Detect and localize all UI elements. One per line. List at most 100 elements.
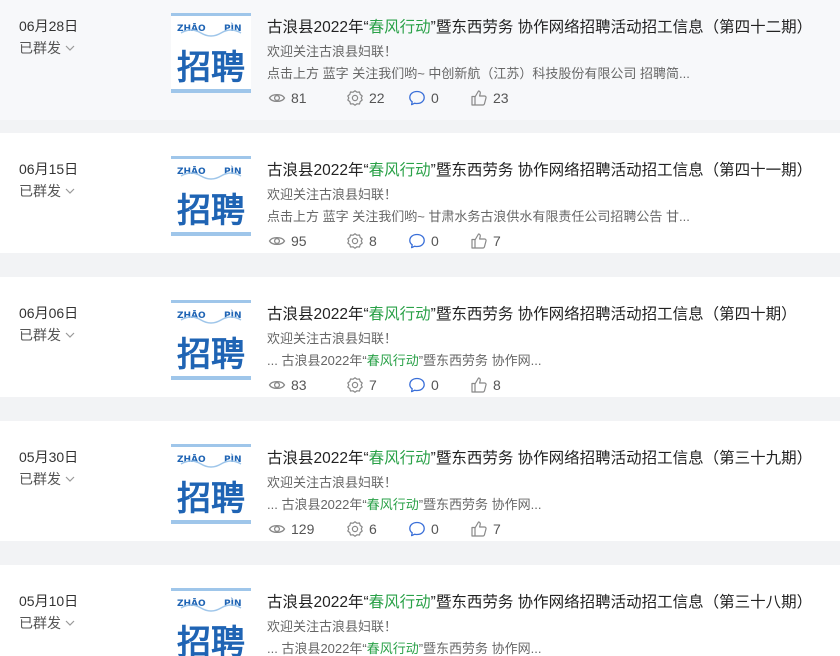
share-gear-icon (347, 377, 363, 393)
article-summary-line: 点击上方 蓝字 关注我们哟~ 中创新航（江苏）科技股份有限公司 招聘简... (267, 63, 737, 82)
publish-date: 06月06日 (19, 305, 79, 321)
send-status-dropdown[interactable]: 已群发 (19, 469, 76, 489)
likes-stat[interactable]: 7 (470, 232, 530, 250)
article-summary-line: ... 古浪县2022年“春风行动”暨东西劳务 协作网... (267, 494, 737, 513)
likes-stat[interactable]: 7 (470, 520, 530, 538)
share-gear-icon (347, 233, 363, 249)
comments-stat[interactable]: 0 (408, 232, 470, 250)
eye-icon (268, 93, 286, 103)
views-count: 95 (291, 233, 307, 249)
summary-text: ”暨东西劳务 协作网... (418, 641, 542, 656)
comments-stat[interactable]: 0 (408, 376, 470, 394)
summary-text: ... 古浪县2022年“ (267, 497, 367, 512)
summary-text: ... 古浪县2022年“ (267, 353, 367, 368)
article-stats: 83 7 0 8 (268, 375, 530, 395)
send-status-dropdown[interactable]: 已群发 (19, 38, 76, 58)
views-stat[interactable]: 81 (268, 89, 346, 107)
summary-highlight: 春风行动 (366, 641, 419, 656)
article-thumbnail[interactable]: ZHĀO PÌN 招聘 (171, 588, 251, 656)
shares-stat[interactable]: 8 (346, 232, 408, 250)
title-highlight: 春风行动 (368, 162, 431, 179)
views-count: 129 (291, 521, 315, 537)
shares-count: 6 (369, 521, 377, 537)
comments-count: 0 (431, 521, 439, 537)
article-title[interactable]: 古浪县2022年“春风行动”暨东西劳务 协作网络招聘活动招工信息（第三十九期） (267, 446, 837, 468)
title-text: 古浪县2022年“ (267, 306, 369, 323)
title-text: 古浪县2022年“ (267, 594, 369, 611)
thumb-chars: 招聘 (177, 479, 245, 519)
likes-count: 8 (493, 377, 501, 393)
recruit-image: ZHĀO PÌN 招聘 (171, 156, 251, 236)
recruit-image: ZHĀO PÌN 招聘 (171, 444, 251, 524)
views-stat[interactable]: 95 (268, 232, 346, 250)
summary-text: 点击上方 蓝字 关注我们哟~ 甘肃水务古浪供水有限责任公司招聘公告 甘... (267, 209, 690, 224)
eye-icon (268, 380, 286, 390)
title-text: ”暨东西劳务 协作网络招聘活动招工信息（第三十八期） (430, 594, 813, 611)
article-summary-line: 欢迎关注古浪县妇联！ (267, 619, 398, 634)
recruit-image: ZHĀO PÌN 招聘 (171, 300, 251, 380)
shares-count: 7 (369, 377, 377, 393)
article-thumbnail[interactable]: ZHĀO PÌN 招聘 (171, 156, 251, 236)
article-title[interactable]: 古浪县2022年“春风行动”暨东西劳务 协作网络招聘活动招工信息（第三十八期） (267, 590, 837, 612)
likes-stat[interactable]: 8 (470, 376, 530, 394)
article-thumbnail[interactable]: ZHĀO PÌN 招聘 (171, 444, 251, 524)
send-status-label: 已群发 (19, 471, 61, 487)
send-status-label: 已群发 (19, 615, 61, 631)
article-stats: 95 8 0 7 (268, 231, 530, 251)
thumb-chars: 招聘 (177, 623, 245, 656)
summary-text: ... 古浪县2022年“ (267, 641, 367, 656)
article-item[interactable]: 06月15日 已群发 ZHĀO PÌN 招聘 古浪县2022年“春风行动”暨东西… (0, 133, 840, 253)
article-summary-line: 点击上方 蓝字 关注我们哟~ 甘肃水务古浪供水有限责任公司招聘公告 甘... (267, 206, 737, 225)
article-summary-line: 欢迎关注古浪县妇联！ (267, 331, 398, 346)
comment-bubble-icon (409, 233, 425, 249)
thumbs-up-icon (471, 233, 487, 249)
thumbs-up-icon (471, 521, 487, 537)
article-title[interactable]: 古浪县2022年“春风行动”暨东西劳务 协作网络招聘活动招工信息（第四十期） (267, 302, 837, 324)
title-text: ”暨东西劳务 协作网络招聘活动招工信息（第四十一期） (430, 162, 813, 179)
comments-count: 0 (431, 233, 439, 249)
views-count: 81 (291, 90, 307, 106)
likes-stat[interactable]: 23 (470, 89, 530, 107)
article-item[interactable]: 05月30日 已群发 ZHĀO PÌN 招聘 古浪县2022年“春风行动”暨东西… (0, 421, 840, 541)
eye-icon (268, 236, 286, 246)
comment-bubble-icon (409, 377, 425, 393)
title-text: ”暨东西劳务 协作网络招聘活动招工信息（第三十九期） (430, 450, 813, 467)
title-highlight: 春风行动 (368, 450, 431, 467)
article-item[interactable]: 06月28日 已群发 ZHĀO PÌN 招聘 古浪县2022年“春风行动”暨东西… (0, 0, 840, 120)
article-item[interactable]: 05月10日 已群发 ZHĀO PÌN 招聘 古浪县2022年“春风行动”暨东西… (0, 565, 840, 656)
send-status-label: 已群发 (19, 327, 61, 343)
chevron-down-icon (65, 620, 75, 626)
views-stat[interactable]: 129 (268, 520, 346, 538)
article-thumbnail[interactable]: ZHĀO PÌN 招聘 (171, 300, 251, 380)
article-thumbnail[interactable]: ZHĀO PÌN 招聘 (171, 13, 251, 93)
title-text: ”暨东西劳务 协作网络招聘活动招工信息（第四十二期） (430, 19, 813, 36)
article-title[interactable]: 古浪县2022年“春风行动”暨东西劳务 协作网络招聘活动招工信息（第四十一期） (267, 158, 837, 180)
comments-stat[interactable]: 0 (408, 520, 470, 538)
comments-stat[interactable]: 0 (408, 89, 470, 107)
send-status-dropdown[interactable]: 已群发 (19, 325, 76, 345)
comment-bubble-icon (409, 90, 425, 106)
shares-stat[interactable]: 7 (346, 376, 408, 394)
recruit-image: ZHĀO PÌN 招聘 (171, 588, 251, 656)
article-list: 06月28日 已群发 ZHĀO PÌN 招聘 古浪县2022年“春风行动”暨东西… (0, 0, 840, 656)
shares-stat[interactable]: 6 (346, 520, 408, 538)
comments-count: 0 (431, 90, 439, 106)
send-status-label: 已群发 (19, 40, 61, 56)
publish-date: 06月28日 (19, 18, 79, 34)
views-stat[interactable]: 83 (268, 376, 346, 394)
send-status-dropdown[interactable]: 已群发 (19, 613, 76, 633)
title-text: ”暨东西劳务 协作网络招聘活动招工信息（第四十期） (430, 306, 797, 323)
summary-text: ”暨东西劳务 协作网... (418, 497, 542, 512)
title-text: 古浪县2022年“ (267, 450, 369, 467)
article-title[interactable]: 古浪县2022年“春风行动”暨东西劳务 协作网络招聘活动招工信息（第四十二期） (267, 15, 837, 37)
send-status-dropdown[interactable]: 已群发 (19, 181, 76, 201)
shares-stat[interactable]: 22 (346, 89, 408, 107)
title-highlight: 春风行动 (368, 306, 431, 323)
article-summary-line: 欢迎关注古浪县妇联！ (267, 187, 398, 202)
send-status-label: 已群发 (19, 183, 61, 199)
share-gear-icon (347, 90, 363, 106)
article-item[interactable]: 06月06日 已群发 ZHĀO PÌN 招聘 古浪县2022年“春风行动”暨东西… (0, 277, 840, 397)
shares-count: 22 (369, 90, 385, 106)
eye-icon (268, 524, 286, 534)
summary-text: 点击上方 蓝字 关注我们哟~ 中创新航（江苏）科技股份有限公司 招聘简... (267, 66, 690, 81)
